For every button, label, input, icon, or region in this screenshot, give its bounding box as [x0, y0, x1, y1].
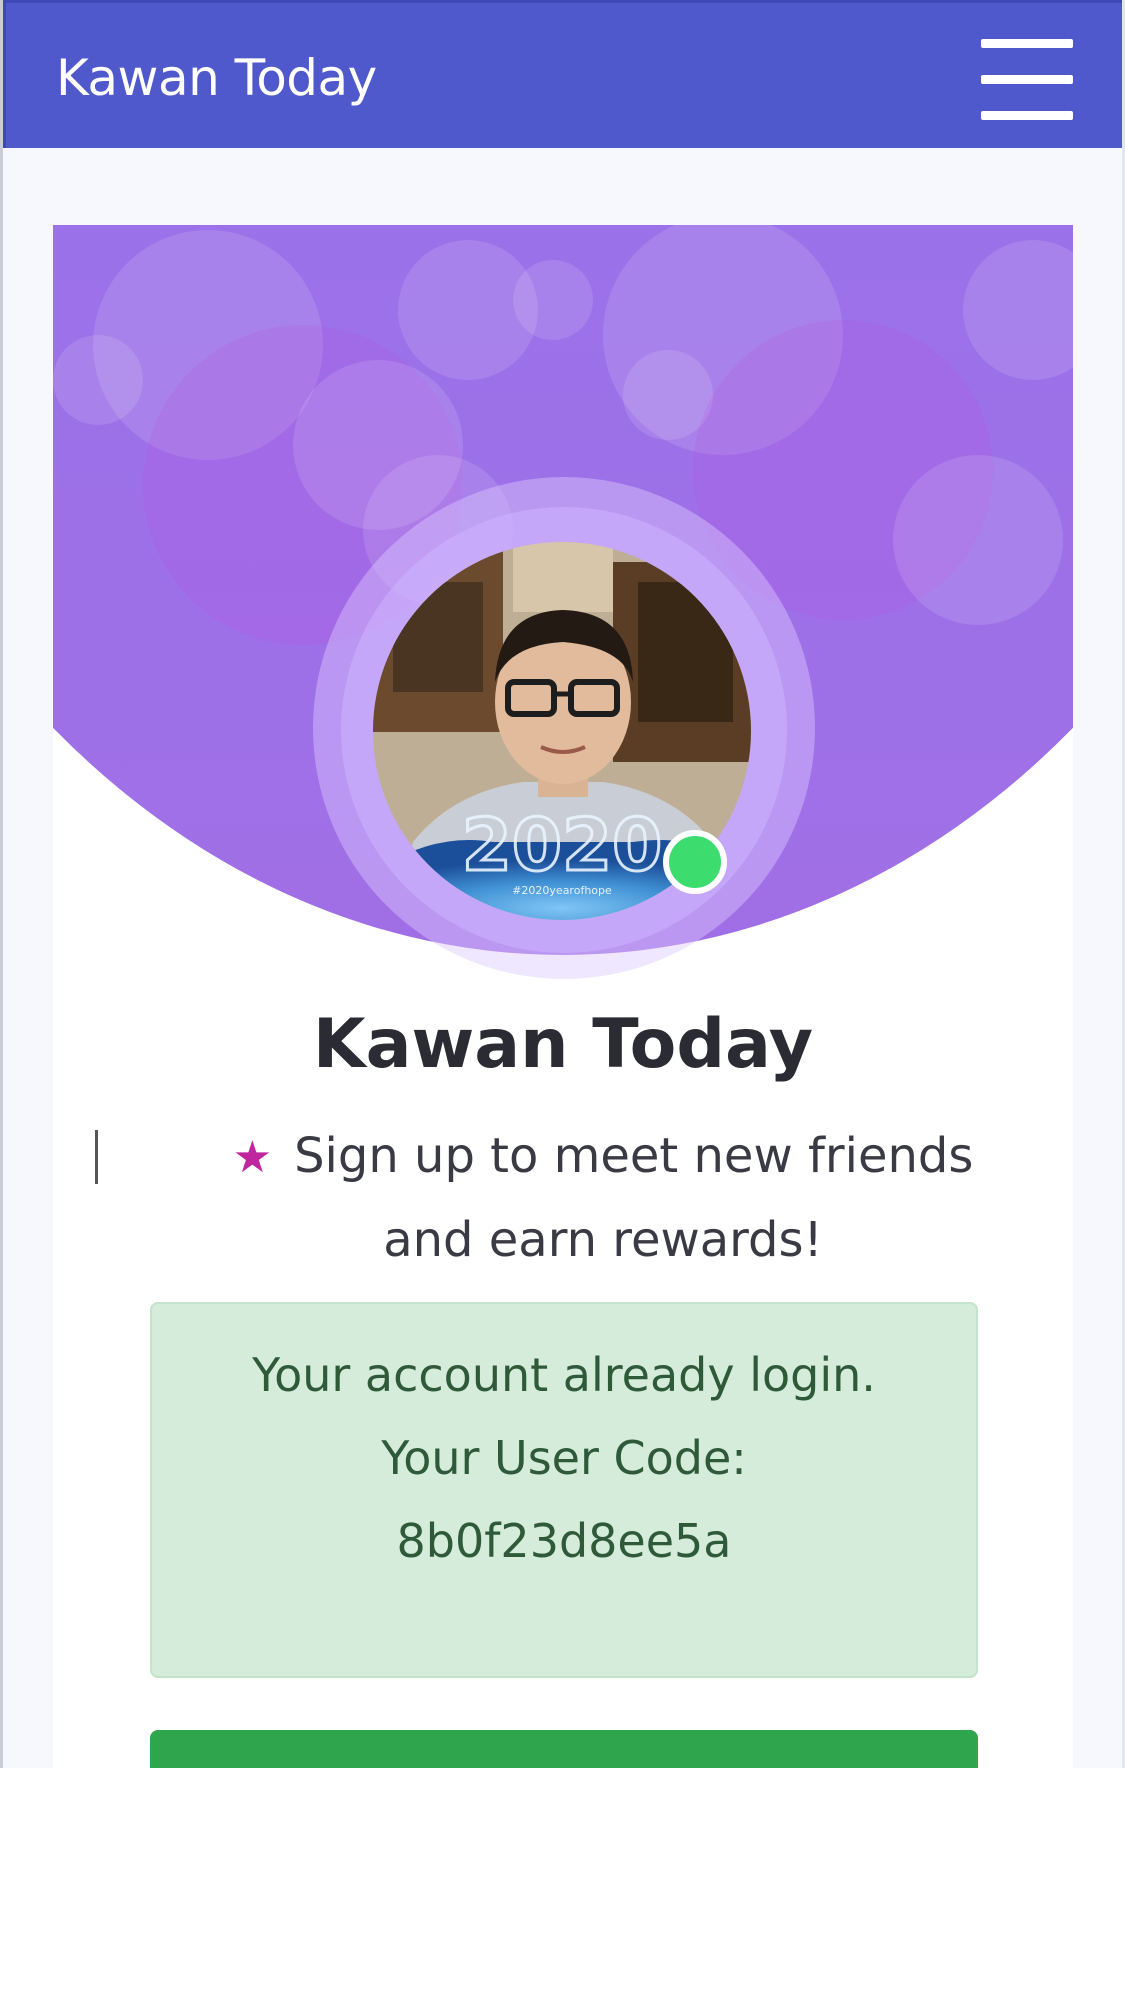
app-viewport: Kawan Today 2020 #2020yearofhope Kawan T…	[0, 0, 1125, 1768]
profile-tagline: ★ Sign up to meet new friends and earn re…	[183, 1115, 1023, 1281]
online-status-indicator	[663, 830, 727, 894]
svg-text:2020: 2020	[462, 803, 662, 887]
hamburger-menu-icon[interactable]	[976, 37, 1076, 123]
top-navbar: Kawan Today	[3, 0, 1122, 148]
profile-name: Kawan Today	[312, 1005, 814, 1084]
text-cursor	[95, 1130, 98, 1184]
profile-card: 2020 #2020yearofhope Kawan Today ★ Sign u…	[53, 225, 1073, 1768]
svg-text:#2020yearofhope: #2020yearofhope	[512, 884, 612, 897]
alert-message: Your account already login.	[252, 1348, 876, 1402]
primary-action-button[interactable]	[150, 1730, 978, 1768]
brand-logo[interactable]: Kawan Today	[56, 49, 377, 107]
login-status-alert: Your account already login. Your User Co…	[150, 1302, 978, 1678]
star-icon: ★	[232, 1132, 273, 1183]
user-code-label: Your User Code:	[381, 1431, 747, 1485]
user-code-value: 8b0f23d8ee5a	[396, 1514, 732, 1568]
tagline-text: Sign up to meet new friends and earn rew…	[294, 1128, 974, 1268]
